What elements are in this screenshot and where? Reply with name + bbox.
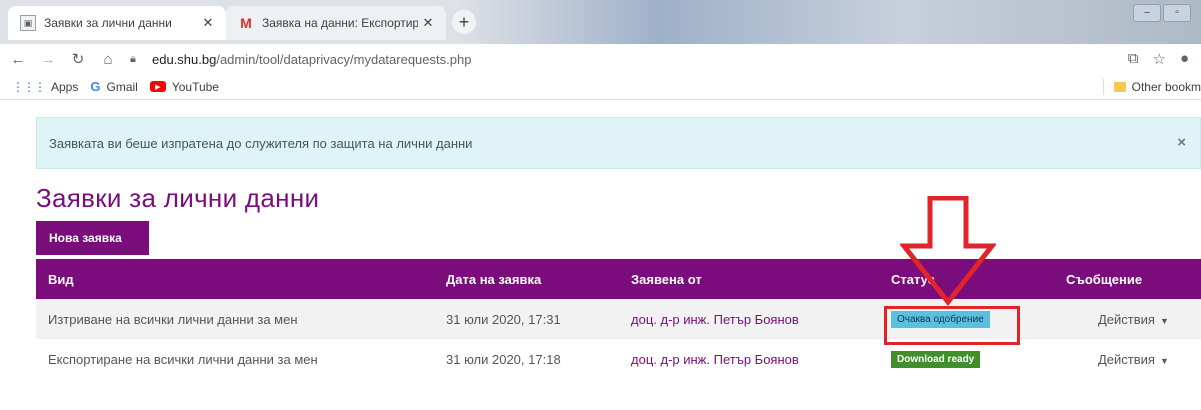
bookmark-label: Apps [51,79,79,94]
bookmark-apps[interactable]: ⋮⋮⋮ Apps [12,80,78,94]
table-header-row: Вид Дата на заявка Заявена от Статус Съо… [36,259,1201,299]
home-icon[interactable]: ⌂ [96,51,120,68]
new-tab-button[interactable]: + [452,10,476,34]
column-header-requested-by: Заявена от [631,271,702,287]
data-requests-table: Вид Дата на заявка Заявена от Статус Съо… [36,259,1201,379]
requested-by-link[interactable]: доц. д-р инж. Петър Боянов [631,299,891,339]
actions-menu[interactable]: Действия ▼ [1066,299,1201,339]
other-bookmarks-label: Other bookm [1131,79,1201,94]
status-badge[interactable]: Download ready [891,351,981,368]
url-domain: edu.shu.bg [152,51,217,67]
caret-down-icon[interactable]: ▼ [1160,316,1169,326]
maximize-button[interactable]: ▫ [1163,4,1191,22]
reload-icon[interactable]: ↻ [66,50,90,68]
red-highlight-box [884,306,1020,345]
folder-icon [1113,81,1126,92]
table-row: Изтриване на всички лични данни за мен 3… [36,299,1201,339]
other-bookmarks[interactable]: Other bookm [1102,78,1201,95]
request-type: Експортиране на всички лични данни за ме… [48,351,318,367]
actions-label[interactable]: Действия [1098,352,1155,367]
bookmark-star-icon[interactable]: ☆ [1152,50,1165,68]
bookmark-gmail[interactable]: G Gmail [90,79,137,94]
red-arrow-annotation [900,196,996,306]
tab-title: Заявка на данни: Експортиране [262,16,418,30]
browser-toolbar: ← → ↻ ⌂ 🔒︎ edu.shu.bg/admin/tool/datapri… [0,44,1201,74]
requested-by-name[interactable]: доц. д-р инж. Петър Боянов [631,352,799,367]
lock-icon: 🔒︎ [130,52,136,65]
alert-message: Заявката ви беше изпратена до служителя … [49,135,473,151]
column-header-message: Съобщение [1066,271,1143,287]
youtube-icon: ▶ [149,81,166,92]
forward-arrow-icon[interactable]: → [36,51,60,68]
table-row: Експортиране на всички лични данни за ме… [36,339,1201,379]
bookmark-label: YouTube [171,79,219,94]
request-date: 31 юли 2020, 17:31 [446,311,561,327]
bookmark-label: Gmail [106,79,138,94]
bookmarks-bar: ⋮⋮⋮ Apps G Gmail ▶ YouTube Other bookm [0,74,1201,100]
success-alert: Заявката ви беше изпратена до служителя … [36,117,1201,169]
actions-label[interactable]: Действия [1098,312,1155,327]
gmail-icon: M [240,15,252,31]
tab-gmail[interactable]: M Заявка на данни: Експортиране ✕ [226,6,446,40]
page-icon: ▣ [20,15,36,31]
column-header-date: Дата на заявка [446,271,542,287]
request-date: 31 юли 2020, 17:18 [446,351,561,367]
caret-down-icon[interactable]: ▼ [1160,356,1169,366]
request-type: Изтриване на всички лични данни за мен [48,311,298,327]
requested-by-link[interactable]: доц. д-р инж. Петър Боянов [631,339,891,379]
requested-by-name[interactable]: доц. д-р инж. Петър Боянов [631,312,799,327]
address-bar[interactable]: 🔒︎ edu.shu.bg/admin/tool/dataprivacy/myd… [130,46,1128,72]
google-icon: G [90,79,101,94]
actions-menu[interactable]: Действия ▼ [1066,339,1201,379]
close-tab-icon[interactable]: ✕ [418,15,438,31]
url-path: /admin/tool/dataprivacy/mydatarequests.p… [216,51,472,67]
minimize-button[interactable]: – [1133,4,1161,22]
new-request-button[interactable]: Нова заявка [36,221,149,255]
status-cell: Download ready [891,339,1066,379]
page-title: Заявки за лични данни [36,183,320,213]
translate-icon[interactable]: ⧉ [1128,50,1139,68]
close-alert-icon[interactable]: × [1177,134,1186,151]
back-arrow-icon[interactable]: ← [6,51,30,68]
column-header-type: Вид [48,271,74,287]
tab-strip: ▣ Заявки за лични данни ✕ M Заявка на да… [0,0,1201,44]
tab-title: Заявки за лични данни [44,16,172,30]
bookmark-youtube[interactable]: ▶ YouTube [149,79,219,94]
tab-data-requests[interactable]: ▣ Заявки за лични данни ✕ [8,6,226,40]
apps-icon: ⋮⋮⋮ [12,79,46,94]
profile-icon[interactable]: ● [1180,50,1189,68]
close-tab-icon[interactable]: ✕ [198,15,218,31]
window-controls: – ▫ [1133,4,1191,22]
